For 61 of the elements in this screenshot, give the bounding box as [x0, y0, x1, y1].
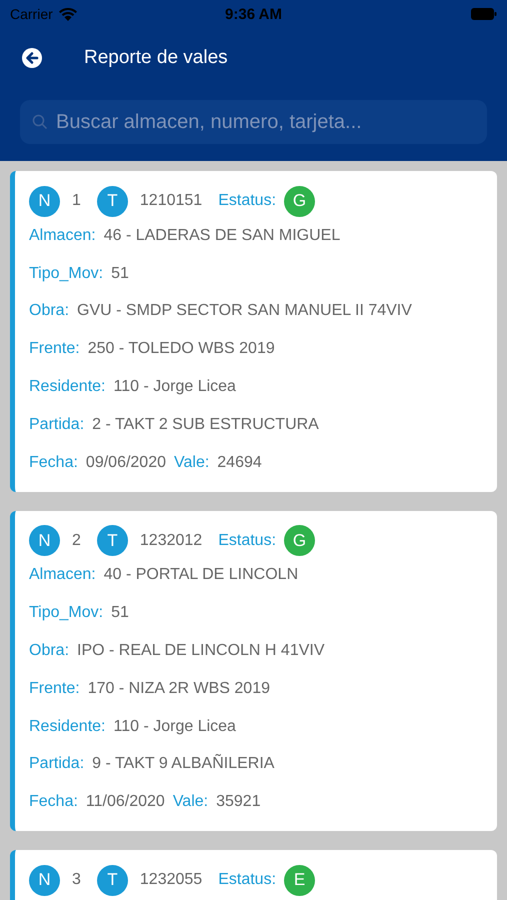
field-value: 24694 — [217, 454, 262, 472]
field-value: IPO - REAL DE LINCOLN H 41VIV — [77, 642, 324, 660]
field-value: 170 - NIZA 2R WBS 2019 — [88, 680, 270, 698]
number-badge: N — [29, 186, 60, 216]
field-label: Fecha: — [29, 793, 78, 812]
field-value: 40 - PORTAL DE LINCOLN — [104, 566, 298, 584]
status-label: Estatus: — [218, 532, 276, 550]
status-badge: E — [284, 864, 316, 896]
field-label: Partida: — [29, 416, 84, 434]
field-value: 110 - Jorge Licea — [114, 718, 236, 736]
field-label: Almacen: — [29, 566, 96, 584]
card-number: 1232012 — [140, 532, 202, 550]
card-badge: T — [96, 525, 128, 556]
field-label: Obra: — [29, 302, 70, 320]
status-badge: G — [284, 186, 316, 216]
field-value: GVU - SMDP SECTOR SAN MANUEL II 74VIV — [77, 302, 412, 320]
card-number: 1232055 — [140, 871, 202, 890]
card-number: 1210151 — [140, 192, 202, 210]
search-field[interactable]: Buscar almacen, numero, tarjeta... — [20, 100, 487, 144]
record-card[interactable] — [10, 171, 497, 492]
field-label: Residente: — [29, 378, 106, 396]
field-value: 2 - TAKT 2 SUB ESTRUCTURA — [92, 416, 319, 434]
field-value: 11/06/2020 — [86, 793, 165, 812]
card-badge: T — [96, 186, 128, 216]
field-label: Vale: — [174, 454, 210, 472]
field-value: 09/06/2020 — [86, 454, 166, 472]
field-value: 9 - TAKT 9 ALBAÑILERIA — [92, 755, 274, 774]
field-value: 250 - TOLEDO WBS 2019 — [88, 340, 275, 358]
search-icon — [32, 114, 48, 130]
field-value: 46 - LADERAS DE SAN MIGUEL — [104, 226, 340, 245]
back-icon[interactable] — [22, 48, 42, 68]
card-badge: T — [96, 864, 128, 896]
field-label: Fecha: — [29, 454, 78, 472]
field-label: Tipo_Mov: — [29, 604, 104, 622]
field-value: 51 — [111, 604, 129, 622]
field-label: Vale: — [172, 793, 208, 812]
status-time: 9:36 AM — [224, 6, 283, 22]
record-number: 3 — [72, 871, 81, 890]
field-value: 51 — [111, 264, 129, 283]
field-label: Frente: — [29, 340, 80, 358]
field-label: Tipo_Mov: — [29, 264, 104, 283]
field-label: Partida: — [29, 755, 84, 774]
field-label: Almacen: — [29, 226, 96, 245]
status-badge: G — [284, 525, 316, 556]
field-value: 35921 — [216, 793, 261, 812]
number-badge: N — [29, 525, 60, 556]
status-label: Estatus: — [218, 871, 276, 890]
status-label: Estatus: — [218, 192, 276, 210]
wifi-icon — [58, 8, 77, 20]
field-label: Obra: — [29, 642, 70, 660]
number-badge: N — [29, 864, 60, 896]
record-card[interactable]: N 3 T 1232055 Estatus: E — [10, 850, 497, 900]
page-title: Reporte de vales — [84, 47, 228, 69]
field-value: 110 - Jorge Licea — [114, 378, 236, 396]
field-label: Frente: — [29, 680, 80, 698]
record-number: 1 — [72, 192, 81, 210]
carrier-name: Carrier — [10, 6, 53, 22]
battery-icon — [471, 8, 497, 20]
field-label: Residente: — [29, 718, 106, 736]
record-number: 2 — [72, 532, 81, 550]
record-card[interactable] — [10, 510, 497, 832]
